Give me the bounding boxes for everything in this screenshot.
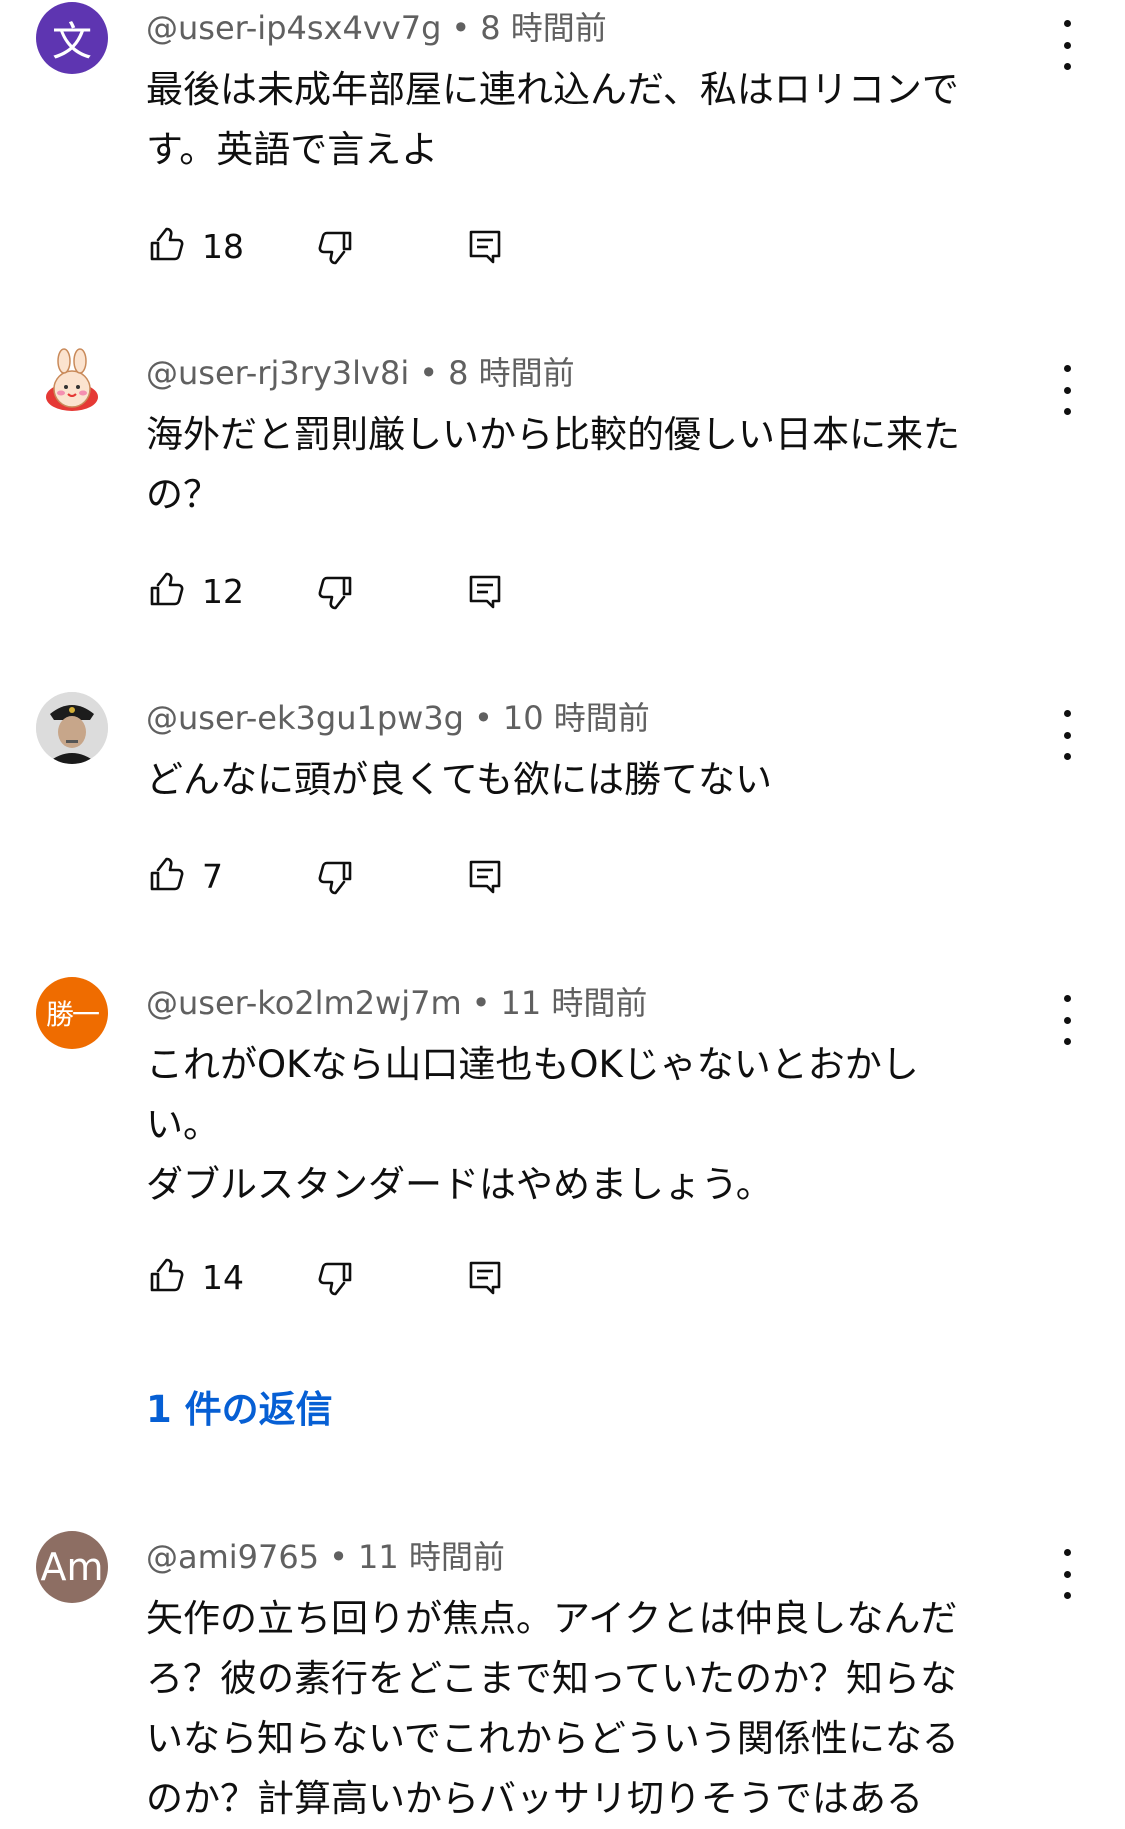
avatar[interactable]: Am (36, 1531, 108, 1603)
reply-icon (469, 1261, 501, 1295)
comment-actions: 12 (146, 561, 1046, 621)
comment-author[interactable]: @user-ko2lm2wj7m (146, 984, 462, 1022)
avatar-letter: Am (40, 1545, 104, 1589)
person-photo-icon (36, 692, 108, 764)
reply-icon (469, 575, 501, 609)
comment-meta: @user-rj3ry3lv8i • 8 時間前 (146, 353, 575, 393)
comment-time: 10 時間前 (502, 699, 650, 737)
comment-meta: @ami9765 • 11 時間前 (146, 1537, 505, 1577)
meta-separator: • (473, 699, 493, 737)
comment-text: 最後は未成年部屋に連れ込んだ、私はロリコンで す。英語で言えよ (146, 68, 959, 171)
comment-author[interactable]: @ami9765 (146, 1538, 319, 1576)
meta-separator: • (451, 9, 471, 47)
more-options-icon[interactable] (1052, 20, 1082, 70)
avatar[interactable] (36, 347, 108, 419)
thumb-up-icon (150, 572, 184, 606)
more-options-icon[interactable] (1052, 995, 1082, 1045)
reply-button[interactable] (464, 561, 506, 621)
avatar[interactable] (36, 692, 108, 764)
reply-button[interactable] (464, 216, 506, 276)
thumb-down-icon (318, 1262, 352, 1296)
comment-meta: @user-ip4sx4vv7g • 8 時間前 (146, 8, 607, 48)
comment-text: 海外だと罰則厳しいから比較的優しい日本に来た の？ (146, 413, 960, 516)
thumb-up-icon (150, 1258, 184, 1292)
like-button[interactable]: 18 (146, 216, 244, 276)
thumb-down-icon (318, 231, 352, 265)
comment-time: 8 時間前 (480, 9, 607, 47)
comment-author[interactable]: @user-rj3ry3lv8i (146, 354, 409, 392)
comment-text: これがOKなら山口達也もOKじゃないとおかし い。 ダブルスタンダードはやめまし… (146, 1043, 919, 1206)
comment-author[interactable]: @user-ek3gu1pw3g (146, 699, 464, 737)
like-button[interactable]: 12 (146, 561, 244, 621)
meta-separator: • (329, 1538, 348, 1576)
thumb-down-icon (318, 861, 352, 895)
comment-text: どんなに頭が良くても欲には勝てない (146, 758, 773, 801)
more-options-icon[interactable] (1052, 365, 1082, 415)
reply-button[interactable] (464, 1247, 506, 1307)
comment-meta: @user-ek3gu1pw3g • 10 時間前 (146, 698, 650, 738)
comment-actions: 7 (146, 846, 1046, 906)
thumb-up-icon (150, 227, 184, 261)
reply-icon (469, 860, 501, 894)
dislike-button[interactable] (314, 846, 356, 906)
avatar-letter: 勝一 (45, 998, 100, 1031)
comment-actions: 14 (146, 1247, 1046, 1307)
like-button[interactable]: 7 (146, 846, 223, 906)
comment-author[interactable]: @user-ip4sx4vv7g (146, 9, 441, 47)
comment-time: 8 時間前 (448, 354, 575, 392)
reply-button[interactable] (464, 846, 506, 906)
meta-separator: • (471, 984, 491, 1022)
comment-text: 矢作の立ち回りが焦点。アイクとは仲良しなんだ ろ？彼の素行をどこまで知っていたの… (146, 1597, 959, 1820)
more-options-icon[interactable] (1052, 710, 1082, 760)
like-count: 12 (202, 571, 244, 611)
comment-time: 11 時間前 (500, 984, 648, 1022)
comment-time: 11 時間前 (357, 1538, 505, 1576)
like-count: 14 (202, 1257, 244, 1297)
thumb-down-icon (318, 576, 352, 610)
like-button[interactable]: 14 (146, 1247, 244, 1307)
reply-icon (469, 230, 501, 264)
meta-separator: • (419, 354, 439, 392)
avatar[interactable]: 勝一 (36, 977, 108, 1049)
dislike-button[interactable] (314, 1247, 356, 1307)
avatar-letter: 文 (52, 19, 92, 65)
dislike-button[interactable] (314, 561, 356, 621)
avatar[interactable]: 文 (36, 2, 108, 74)
dislike-button[interactable] (314, 216, 356, 276)
thumb-up-icon (150, 857, 184, 891)
like-count: 7 (202, 856, 223, 896)
cartoon-character-icon (46, 348, 98, 411)
more-options-icon[interactable] (1052, 1549, 1082, 1599)
like-count: 18 (202, 226, 244, 266)
comment-meta: @user-ko2lm2wj7m • 11 時間前 (146, 983, 647, 1023)
comment-actions: 18 (146, 216, 1046, 276)
view-replies-link[interactable]: 1 件の返信 (146, 1379, 333, 1433)
